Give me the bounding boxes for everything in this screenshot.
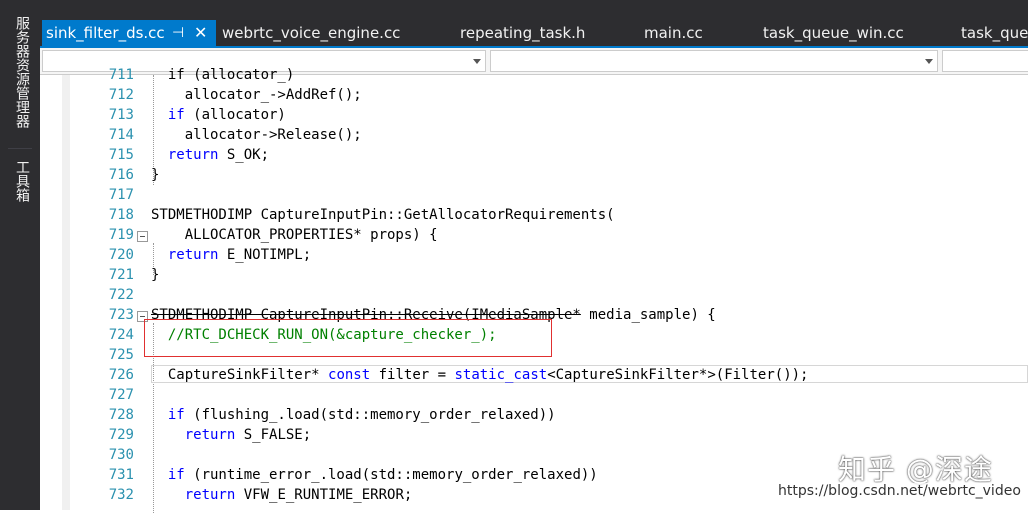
code-token: allocator->Release(); — [151, 127, 362, 143]
code-token: const — [328, 367, 371, 383]
code-token: S_OK; — [218, 147, 270, 163]
annotation-highlight-box — [144, 319, 552, 357]
code-token: ALLOCATOR_PROPERTIES* props) { — [151, 227, 438, 243]
side-tool-strip: 服务器资源管理器 工具箱 — [0, 0, 40, 510]
code-line: return S_OK; — [151, 145, 1028, 165]
code-line: } — [151, 265, 1028, 285]
code-line: STDMETHODIMP CaptureInputPin::GetAllocat… — [151, 205, 1028, 225]
line-number: 722 — [108, 287, 134, 303]
code-token: return — [184, 427, 236, 443]
code-line: if (allocator_) — [151, 65, 1028, 85]
line-number: 715 — [108, 147, 134, 163]
line-number: 718 — [108, 207, 134, 223]
line-number: 728 — [108, 407, 134, 423]
code-token: (runtime_error_.load(std::memory_order_r… — [184, 467, 598, 483]
line-number: 723 — [108, 307, 134, 323]
line-number: 717 — [108, 187, 134, 203]
line-number-gutter: 711 712 713 714 715 716 717 718 719 720 721 722 723 7… — [70, 65, 142, 505]
code-token: <CaptureSinkFilter*>(Filter()); — [547, 367, 809, 383]
code-line: allocator->Release(); — [151, 125, 1028, 145]
code-token: } — [151, 167, 160, 183]
code-token: if (allocator_) — [151, 67, 295, 83]
line-number: 713 — [108, 107, 134, 123]
code-editor[interactable]: 711 712 713 714 715 716 717 718 719 720 721 722 723 7… — [40, 67, 1028, 513]
line-number: 732 — [108, 487, 134, 503]
tab-sink-filter-ds[interactable]: sink_filter_ds.cc ⊣ ✕ — [42, 20, 216, 46]
code-line: if (allocator) — [151, 105, 1028, 125]
line-number: 720 — [108, 247, 134, 263]
line-number: 711 — [108, 67, 134, 83]
line-number: 730 — [108, 447, 134, 463]
code-token: return — [184, 487, 236, 503]
code-token: STDMETHODIMP CaptureInputPin::GetAllocat… — [151, 207, 615, 223]
line-number: 726 — [108, 367, 134, 383]
tab-webrtc-voice-engine[interactable]: webrtc_voice_engine.cc — [222, 20, 400, 46]
code-token: VFW_E_RUNTIME_ERROR; — [235, 487, 413, 503]
code-line: CaptureSinkFilter* const filter = static… — [151, 365, 1028, 385]
code-token: if — [167, 107, 185, 123]
collapse-icon[interactable] — [137, 231, 148, 242]
indicator-margin — [62, 75, 70, 510]
side-strip-divider — [8, 148, 32, 149]
code-token: CaptureSinkFilter* — [151, 367, 329, 383]
code-line: if (flushing_.load(std::memory_order_rel… — [151, 405, 1028, 425]
code-token: return — [167, 147, 219, 163]
tab-main[interactable]: main.cc — [644, 20, 703, 46]
code-line: ALLOCATOR_PROPERTIES* props) { — [151, 225, 1028, 245]
close-icon[interactable]: ✕ — [194, 20, 207, 46]
line-number: 731 — [108, 467, 134, 483]
code-token: if — [167, 407, 185, 423]
line-number: 724 — [108, 327, 134, 343]
server-explorer-tab[interactable]: 服务器资源管理器 — [10, 16, 30, 128]
line-number: 712 — [108, 87, 134, 103]
code-token: static_cast — [454, 367, 548, 383]
document-tab-bar: sink_filter_ds.cc ⊣ ✕ webrtc_voice_engin… — [40, 0, 1028, 48]
code-line: } — [151, 165, 1028, 185]
csdn-watermark-url: https://blog.csdn.net/webrtc_video — [778, 483, 1021, 499]
code-token: allocator_->AddRef(); — [151, 87, 362, 103]
tab-task-queue-win[interactable]: task_queue_win.cc — [763, 20, 904, 46]
chevron-down-icon — [473, 59, 481, 64]
line-number: 725 — [108, 347, 134, 363]
code-token: if — [167, 467, 185, 483]
line-number: 729 — [108, 427, 134, 443]
code-text[interactable]: if (allocator_) allocator_->AddRef(); if… — [151, 65, 1028, 505]
line-number: 727 — [108, 387, 134, 403]
tab-label: sink_filter_ds.cc — [46, 24, 165, 42]
code-token: S_FALSE; — [235, 427, 312, 443]
tab-repeating-task[interactable]: repeating_task.h — [460, 20, 585, 46]
code-token: filter = — [370, 367, 455, 383]
code-token: } — [151, 267, 160, 283]
toolbox-tab[interactable]: 工具箱 — [10, 160, 30, 202]
tab-task-queue-overflow[interactable]: task_queu — [961, 20, 1028, 46]
line-number: 721 — [108, 267, 134, 283]
code-token: media_sample) { — [580, 307, 716, 323]
line-number: 719 — [108, 227, 134, 243]
code-token: (allocator) — [184, 107, 286, 123]
zhihu-watermark: 知乎 @深途 — [838, 453, 993, 486]
code-line: return E_NOTIMPL; — [151, 245, 1028, 265]
code-token: return — [167, 247, 219, 263]
pin-icon[interactable]: ⊣ — [172, 20, 184, 46]
code-line: return S_FALSE; — [151, 425, 1028, 445]
chevron-down-icon — [925, 59, 933, 64]
code-line: allocator_->AddRef(); — [151, 85, 1028, 105]
line-number: 714 — [108, 127, 134, 143]
code-token: (flushing_.load(std::memory_order_relaxe… — [184, 407, 556, 423]
line-number: 716 — [108, 167, 134, 183]
code-token: E_NOTIMPL; — [218, 247, 312, 263]
